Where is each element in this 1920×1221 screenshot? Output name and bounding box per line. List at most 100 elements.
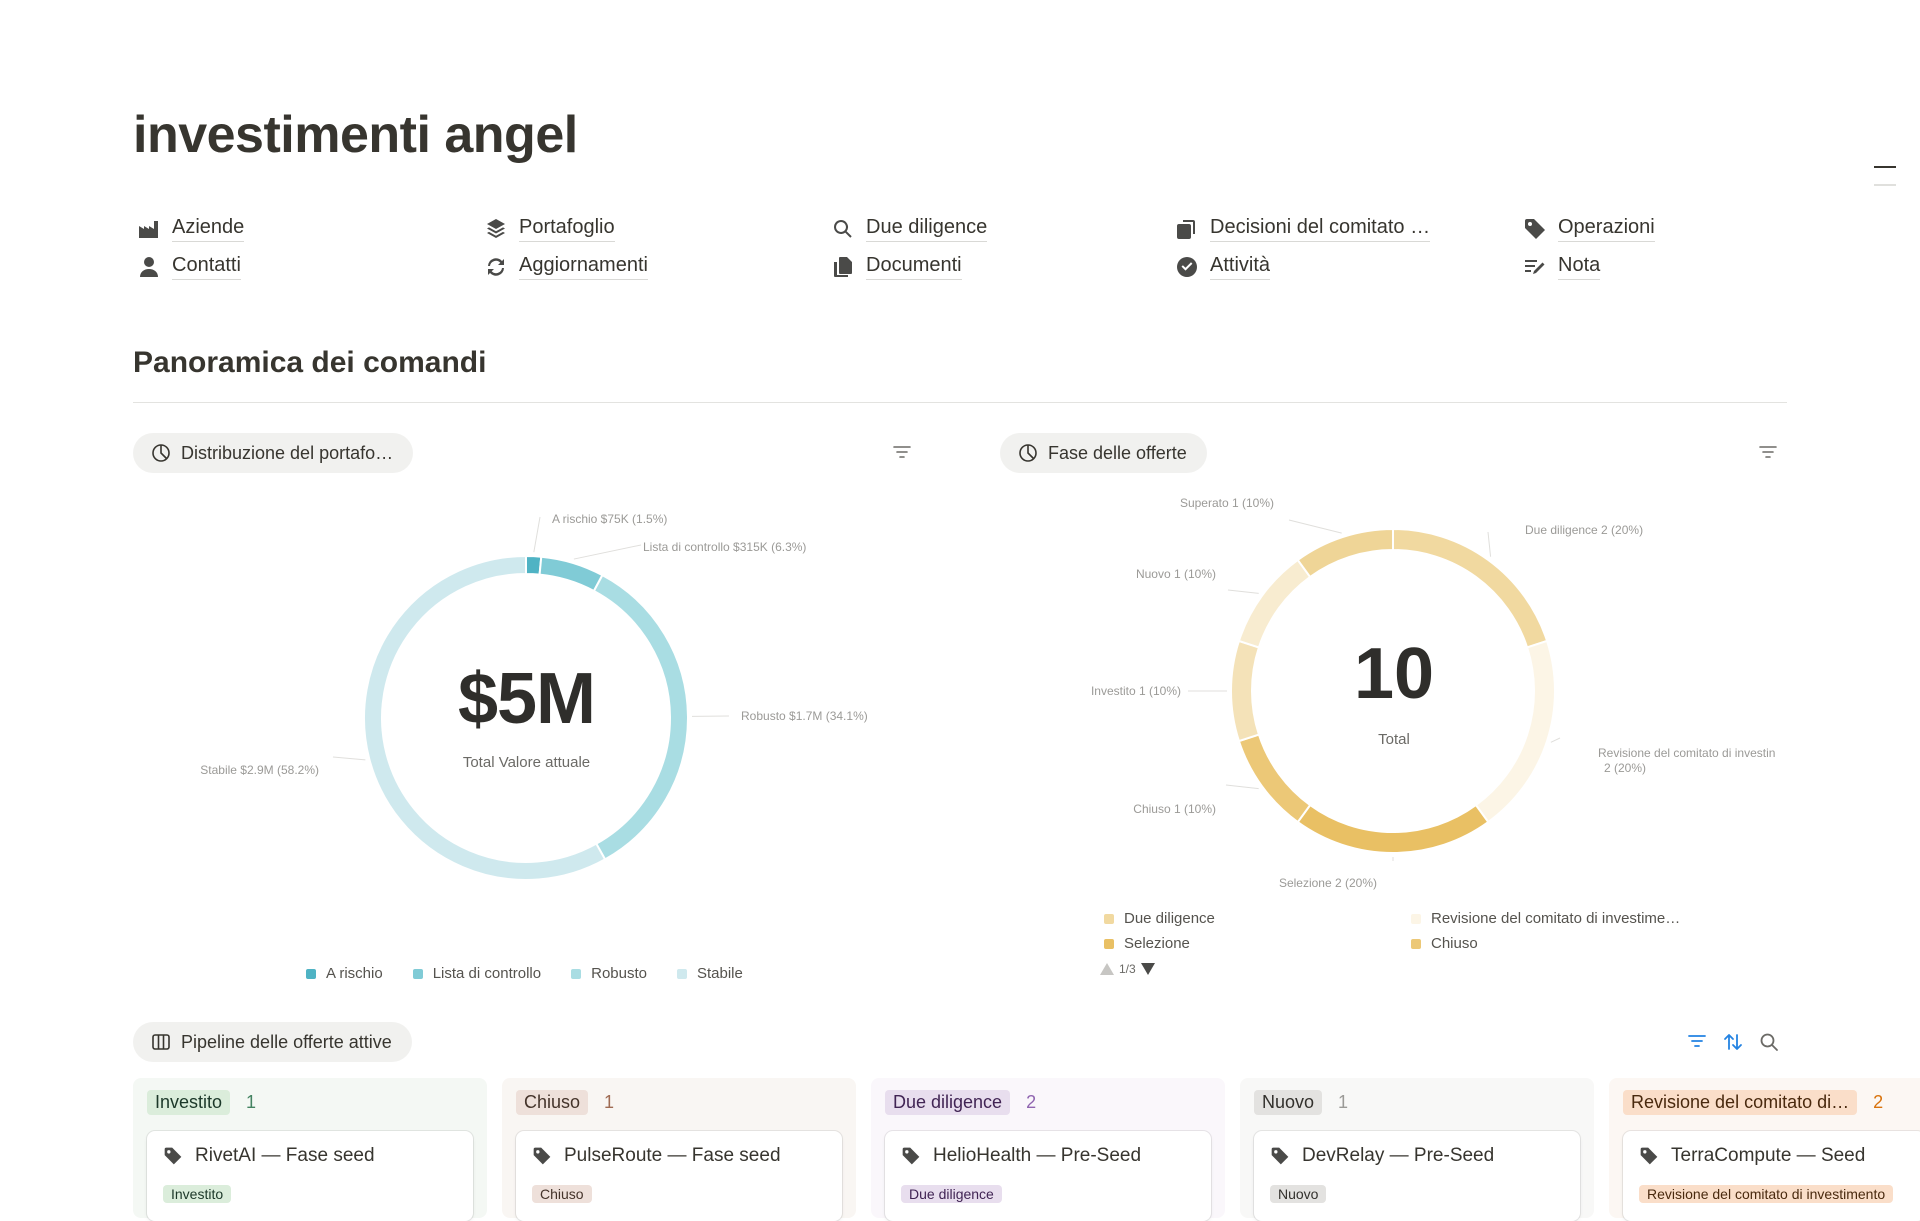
- nav-link-label: Contatti: [172, 254, 241, 280]
- tag-icon: [1639, 1146, 1659, 1166]
- card-title: HelioHealth — Pre-Seed: [901, 1145, 1195, 1167]
- column-count: 2: [1026, 1092, 1036, 1113]
- legend-label: Chiuso: [1431, 935, 1478, 952]
- donut-slice[interactable]: [1298, 805, 1488, 853]
- nav-link-decisioni-comitato[interactable]: Decisioni del comitato …: [1174, 216, 1430, 242]
- column-header: Due diligence 2: [885, 1090, 1211, 1115]
- nav-link-label: Portafoglio: [519, 216, 615, 242]
- table-of-contents-marker-secondary[interactable]: [1874, 184, 1896, 186]
- status-tag[interactable]: Revisione del comitato di…: [1623, 1090, 1857, 1115]
- legend-next-icon[interactable]: [1140, 962, 1156, 976]
- view-tab-label: Distribuzione del portafo…: [181, 443, 393, 464]
- chart-center-label: Total: [1294, 731, 1494, 748]
- portfolio-distribution-view-tab[interactable]: Distribuzione del portafo…: [133, 433, 413, 473]
- nav-link-nota[interactable]: Nota: [1522, 254, 1600, 280]
- check-circle-icon: [1174, 254, 1200, 280]
- donut-slice[interactable]: [540, 557, 603, 591]
- card-title: TerraCompute — Seed: [1639, 1145, 1909, 1167]
- card-title-text: DevRelay — Pre-Seed: [1302, 1145, 1494, 1167]
- view-tab-label: Fase delle offerte: [1048, 443, 1187, 464]
- refresh-icon: [483, 254, 509, 280]
- slice-label: Nuovo 1 (10%): [1136, 567, 1216, 581]
- pipeline-column: Due diligence2HelioHealth — Pre-SeedDue …: [871, 1078, 1225, 1218]
- legend-item[interactable]: Due diligence: [1104, 910, 1215, 927]
- legend-label: A rischio: [326, 965, 383, 982]
- legend-label: Selezione: [1124, 935, 1190, 952]
- pipeline-column: Chiuso 1 PulseRoute — Fase seedChiuso: [502, 1078, 856, 1218]
- filter-icon[interactable]: [1757, 442, 1779, 464]
- layers-icon: [483, 216, 509, 242]
- donut-slice[interactable]: [1231, 641, 1259, 741]
- offers-phase-view-tab[interactable]: Fase delle offerte: [1000, 433, 1207, 473]
- legend-item[interactable]: Lista di controllo: [413, 965, 541, 982]
- table-of-contents-marker[interactable]: [1874, 166, 1896, 168]
- column-header: Investito 1: [147, 1090, 473, 1115]
- nav-link-label: Aggiornamenti: [519, 254, 648, 280]
- donut-slice[interactable]: [1393, 529, 1547, 647]
- slice-label: Chiuso 1 (10%): [1133, 802, 1216, 816]
- search-icon[interactable]: [1758, 1031, 1780, 1053]
- status-tag[interactable]: Chiuso: [516, 1090, 588, 1115]
- deal-card[interactable]: TerraCompute — Seed Revisione del comitat…: [1623, 1131, 1920, 1221]
- legend-prev-icon[interactable]: [1099, 962, 1115, 976]
- status-tag[interactable]: Investito: [147, 1090, 230, 1115]
- tag-icon: [901, 1146, 921, 1166]
- slice-label: Revisione del comitato di investin2 (20%…: [1598, 746, 1775, 775]
- column-count: 1: [604, 1092, 614, 1113]
- nav-link-attivita[interactable]: Attività: [1174, 254, 1270, 280]
- deal-card[interactable]: PulseRoute — Fase seedChiuso: [516, 1131, 842, 1221]
- documents-icon: [830, 254, 856, 280]
- legend-item[interactable]: A rischio: [306, 965, 383, 982]
- nav-link-operazioni[interactable]: Operazioni: [1522, 216, 1655, 242]
- legend-item[interactable]: Stabile: [677, 965, 743, 982]
- tag-icon: [163, 1146, 183, 1166]
- status-tag[interactable]: Due diligence: [885, 1090, 1010, 1115]
- pipeline-column: Revisione del comitato di… 2 TerraCompute …: [1609, 1078, 1920, 1218]
- slice-label-leader: [534, 517, 540, 552]
- nav-link-contatti[interactable]: Contatti: [136, 254, 241, 280]
- slice-label: Lista di controllo $315K (6.3%): [643, 540, 806, 554]
- slice-label-leader: [1488, 532, 1491, 557]
- slice-label: Superato 1 (10%): [1180, 496, 1274, 510]
- card-title: RivetAI — Fase seed: [163, 1145, 457, 1167]
- nav-link-label: Decisioni del comitato …: [1210, 216, 1430, 242]
- factory-icon: [136, 216, 162, 242]
- deal-card[interactable]: HelioHealth — Pre-SeedDue diligence: [885, 1131, 1211, 1221]
- column-count: 2: [1873, 1092, 1883, 1113]
- nav-link-label: Nota: [1558, 254, 1600, 280]
- pipeline-board-view-tab[interactable]: Pipeline delle offerte attive: [133, 1022, 412, 1062]
- card-title-text: RivetAI — Fase seed: [195, 1145, 375, 1167]
- column-header: Nuovo1: [1254, 1090, 1580, 1115]
- tag-icon: [532, 1146, 552, 1166]
- donut-slice[interactable]: [1298, 529, 1393, 577]
- nav-link-portafoglio[interactable]: Portafoglio: [483, 216, 615, 242]
- status-tag[interactable]: Nuovo: [1254, 1090, 1322, 1115]
- deal-card[interactable]: RivetAI — Fase seedInvestito: [147, 1131, 473, 1221]
- nav-link-label: Documenti: [866, 254, 962, 280]
- column-count: 1: [246, 1092, 256, 1113]
- nav-link-label: Aziende: [172, 216, 244, 242]
- chart-center-value: 10: [1294, 633, 1494, 715]
- legend-swatch: [1104, 914, 1114, 924]
- search-icon: [830, 216, 856, 242]
- filter-icon[interactable]: [1686, 1031, 1708, 1053]
- legend-item[interactable]: Revisione del comitato di investime…: [1411, 910, 1680, 927]
- legend-item[interactable]: Chiuso: [1411, 935, 1478, 952]
- nav-link-documenti[interactable]: Documenti: [830, 254, 962, 280]
- nav-link-due-diligence[interactable]: Due diligence: [830, 216, 987, 242]
- nav-link-aziende[interactable]: Aziende: [136, 216, 244, 242]
- card-status-tag: Revisione del comitato di investimento: [1639, 1185, 1893, 1203]
- legend-label: Robusto: [591, 965, 647, 982]
- slice-label: Selezione 2 (20%): [1279, 876, 1377, 890]
- legend-item[interactable]: Robusto: [571, 965, 647, 982]
- nav-link-aggiornamenti[interactable]: Aggiornamenti: [483, 254, 648, 280]
- sort-icon[interactable]: [1722, 1031, 1744, 1053]
- legend-item[interactable]: Selezione: [1104, 935, 1190, 952]
- slice-label-leader: [574, 545, 641, 559]
- card-title: PulseRoute — Fase seed: [532, 1145, 826, 1167]
- filter-icon[interactable]: [891, 442, 913, 464]
- legend-label: Revisione del comitato di investime…: [1431, 910, 1680, 927]
- deal-card[interactable]: DevRelay — Pre-SeedNuovo: [1254, 1131, 1580, 1221]
- pipeline-column: Nuovo1DevRelay — Pre-SeedNuovo: [1240, 1078, 1594, 1218]
- board-icon: [151, 1032, 171, 1052]
